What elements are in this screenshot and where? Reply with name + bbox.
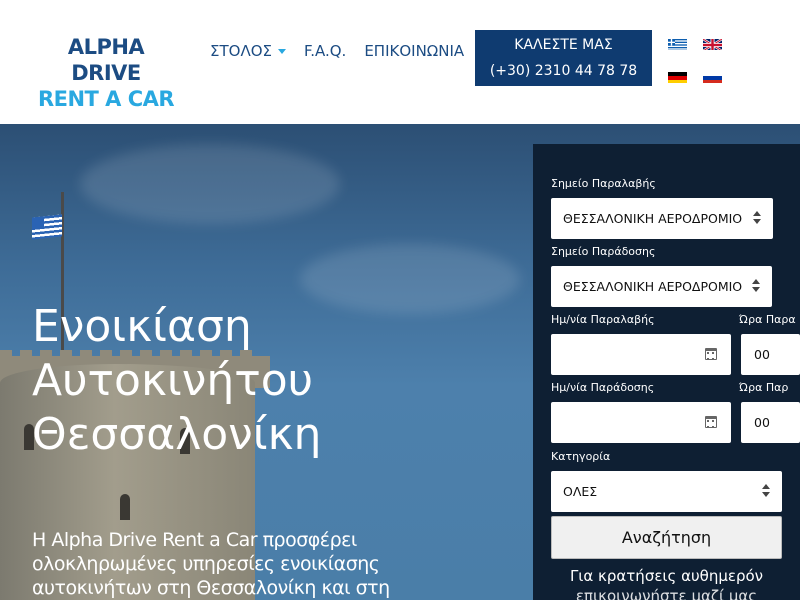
pickup-time-label: Ώρα Παρα	[739, 313, 796, 326]
german-flag-icon[interactable]	[668, 71, 687, 83]
pickup-hour-value: 00	[754, 347, 770, 362]
pickup-hour-select[interactable]: 00	[741, 334, 800, 375]
dropoff-date-input[interactable]	[551, 402, 731, 443]
category-value: ΟΛΕΣ	[563, 484, 598, 499]
dropoff-location-label: Σημείο Παράδοσης	[551, 245, 656, 258]
dropoff-date-label: Ημ/νία Παράδοσης	[551, 381, 655, 394]
calendar-icon	[705, 416, 717, 428]
cloud	[80, 144, 340, 224]
calendar-icon	[705, 348, 717, 360]
nav-contact-label: ΕΠΙΚΟΙΝΩΝΙΑ	[364, 42, 465, 60]
hero-text-line2: ολοκληρωμένες υπηρεσίες ενοικίασης	[32, 553, 380, 575]
same-day-booking-note: Για κρατήσεις αυθημερόν επικοινωνήστε μα…	[551, 566, 782, 600]
dropoff-hour-select[interactable]: 00	[741, 402, 800, 443]
tower-window	[120, 494, 130, 520]
nav-contact[interactable]: ΕΠΙΚΟΙΝΩΝΙΑ	[364, 42, 464, 60]
logo-line2: RENT A CAR	[37, 87, 175, 111]
russian-flag-icon[interactable]	[703, 71, 722, 83]
pickup-location-label: Σημείο Παραλαβής	[551, 177, 656, 190]
nav-fleet-label: ΣΤΟΛΟΣ	[210, 42, 272, 60]
logo[interactable]: ALPHA DRIVE RENT A CAR	[36, 34, 176, 112]
hero-title-line1: Ενοικίαση	[32, 301, 252, 352]
uk-flag-icon[interactable]	[703, 38, 722, 50]
hero-title: Ενοικίαση Αυτοκινήτου Θεσσαλονίκη	[32, 300, 502, 462]
greek-flag-on-tower	[32, 214, 62, 240]
hero-description: Η Alpha Drive Rent a Car προσφέρει ολοκλ…	[32, 528, 452, 600]
pickup-date-input[interactable]	[551, 334, 731, 375]
pickup-date-label: Ημ/νία Παραλαβής	[551, 313, 655, 326]
nav-faq-label: F.A.Q.	[304, 42, 347, 60]
category-select[interactable]: ΟΛΕΣ	[551, 471, 782, 512]
call-us-button[interactable]: ΚΑΛΕΣΤΕ ΜΑΣ (+30) 2310 44 78 78	[475, 30, 652, 86]
caret-down-icon	[278, 48, 286, 54]
nav-fleet[interactable]: ΣΤΟΛΟΣ	[210, 42, 286, 60]
call-us-phone: (+30) 2310 44 78 78	[489, 63, 638, 79]
call-us-label: ΚΑΛΕΣΤΕ ΜΑΣ	[514, 37, 613, 53]
pickup-location-select[interactable]: ΘΕΣΣΑΛΟΝΙΚΗ ΑΕΡΟΔΡΟΜΙΟ	[551, 198, 773, 239]
dropoff-location-value: ΘΕΣΣΑΛΟΝΙΚΗ ΑΕΡΟΔΡΟΜΙΟ	[563, 279, 743, 294]
search-button[interactable]: Αναζήτηση	[551, 516, 782, 559]
dropoff-location-select[interactable]: ΘΕΣΣΑΛΟΝΙΚΗ ΑΕΡΟΔΡΟΜΙΟ	[551, 266, 772, 307]
hero-title-line2: Αυτοκινήτου	[32, 355, 314, 406]
note-line2: επικοινωνήστε μαζί μας	[575, 587, 758, 600]
greek-flag-icon[interactable]	[668, 38, 687, 50]
nav-faq[interactable]: F.A.Q.	[304, 42, 346, 60]
pickup-location-value: ΘΕΣΣΑΛΟΝΙΚΗ ΑΕΡΟΔΡΟΜΙΟ	[563, 211, 743, 226]
hero-title-line3: Θεσσαλονίκη	[32, 409, 322, 460]
main-nav: ΣΤΟΛΟΣ F.A.Q. ΕΠΙΚΟΙΝΩΝΙΑ	[210, 42, 464, 60]
category-label: Κατηγορία	[551, 450, 611, 463]
site-header: ALPHA DRIVE RENT A CAR ΣΤΟΛΟΣ F.A.Q. ΕΠΙ…	[0, 0, 800, 124]
logo-line1: ALPHA DRIVE	[67, 35, 145, 85]
hero-text-line3: αυτοκινήτων στη Θεσσαλονίκη και στη	[32, 577, 390, 599]
dropoff-hour-value: 00	[754, 415, 770, 430]
dropoff-time-label: Ώρα Παρ	[739, 381, 789, 394]
hero-text-line1: Η Alpha Drive Rent a Car προσφέρει	[32, 529, 357, 551]
note-line1: Για κρατήσεις αυθημερόν	[569, 567, 764, 585]
